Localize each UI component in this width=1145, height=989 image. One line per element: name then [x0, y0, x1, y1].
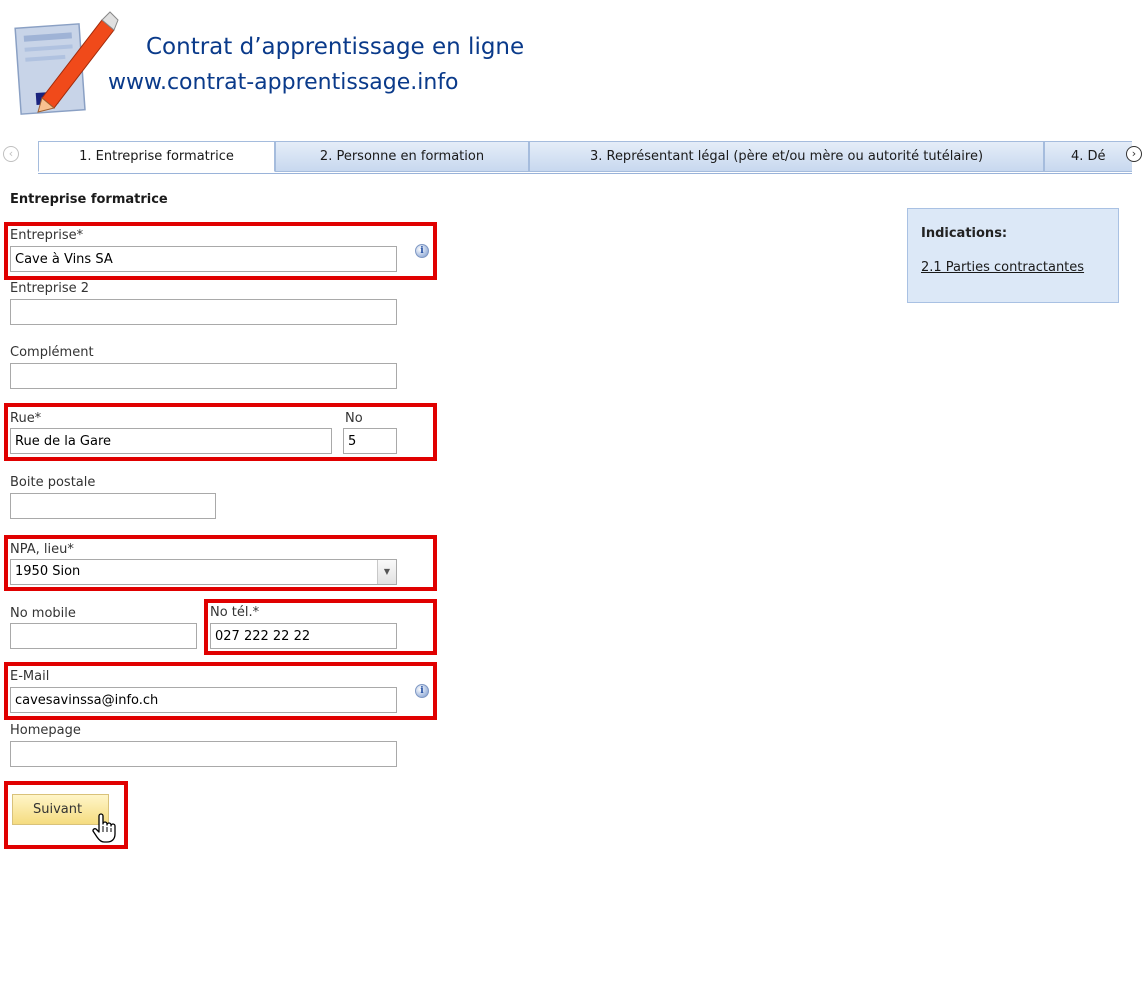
complement-input[interactable] [10, 363, 397, 389]
homepage-input[interactable] [10, 741, 397, 767]
no-mobile-input[interactable] [10, 623, 197, 649]
tab-4[interactable]: 4. Dé [1044, 141, 1132, 172]
tab-personne-en-formation[interactable]: 2. Personne en formation [275, 141, 529, 172]
app-logo [14, 11, 119, 115]
highlight-email [4, 662, 437, 720]
boite-postale-input[interactable] [10, 493, 216, 519]
section-title: Entreprise formatrice [10, 192, 168, 207]
homepage-label: Homepage [10, 723, 81, 738]
complement-label: Complément [10, 345, 94, 360]
app-url: www.contrat-apprentissage.info [108, 70, 459, 95]
highlight-rue [4, 403, 437, 461]
highlight-npa-lieu [4, 535, 437, 591]
indications-link[interactable]: 2.1 Parties contractantes [921, 260, 1084, 275]
app-title: Contrat d’apprentissage en ligne [146, 34, 525, 60]
tab-scroll-right-button[interactable]: › [1126, 146, 1142, 162]
indications-title: Indications: [921, 226, 1008, 241]
no-mobile-label: No mobile [10, 606, 76, 621]
highlight-entreprise [4, 222, 437, 280]
tab-strip: 1. Entreprise formatrice 2. Personne en … [38, 141, 1132, 174]
tab-entreprise-formatrice[interactable]: 1. Entreprise formatrice [38, 141, 275, 172]
tab-scroll-left-button[interactable]: ‹ [3, 146, 19, 162]
entreprise2-label: Entreprise 2 [10, 281, 89, 296]
indications-panel: Indications: 2.1 Parties contractantes [907, 208, 1119, 303]
tab-representant-legal[interactable]: 3. Représentant légal (père et/ou mère o… [529, 141, 1044, 172]
entreprise2-input[interactable] [10, 299, 397, 325]
hand-cursor-icon [92, 813, 116, 843]
highlight-no-tel [204, 599, 437, 655]
boite-postale-label: Boite postale [10, 475, 96, 490]
